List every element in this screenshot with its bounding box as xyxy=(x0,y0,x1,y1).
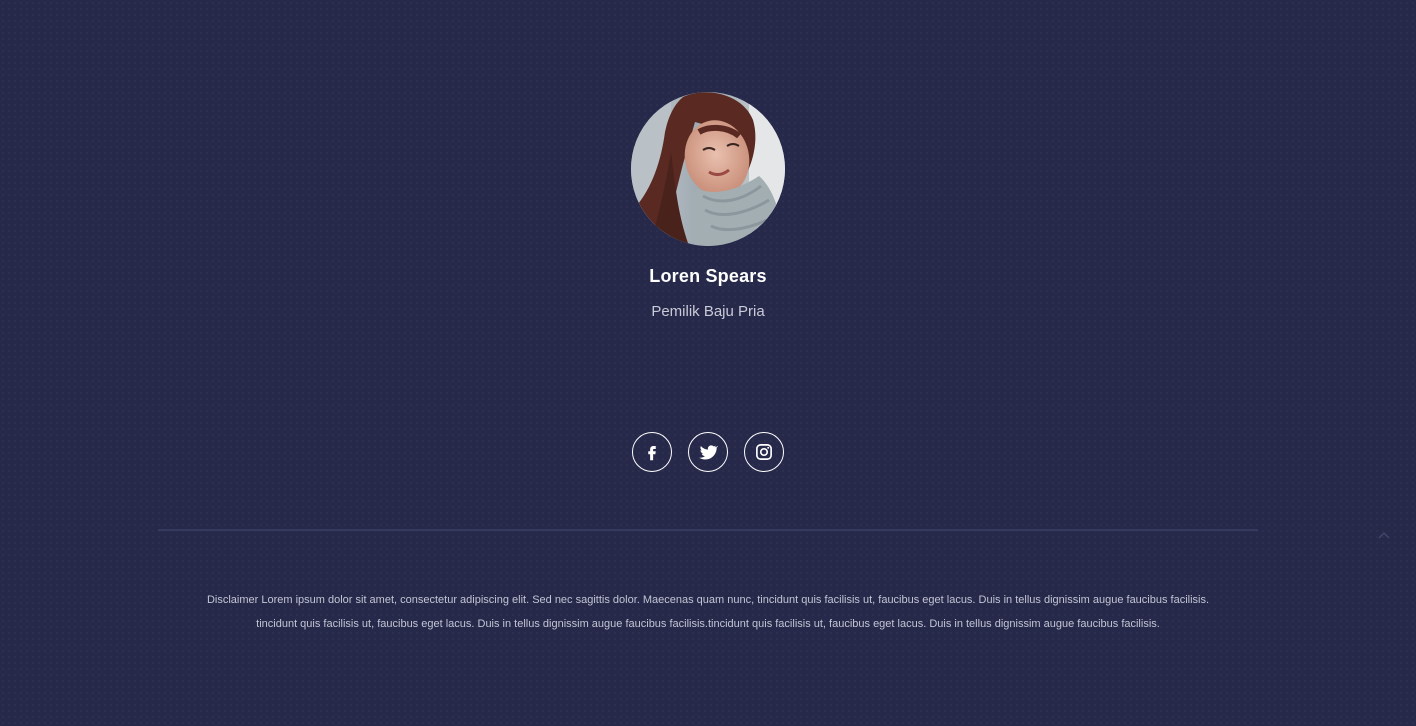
chevron-up-icon xyxy=(1378,531,1390,539)
instagram-link[interactable] xyxy=(744,432,784,472)
disclaimer-line-1: Disclaimer Lorem ipsum dolor sit amet, c… xyxy=(206,594,1210,606)
disclaimer-line-2: tincidunt quis facilisis ut, faucibus eg… xyxy=(256,618,1160,630)
profile-section: Loren Spears Pemilik Baju Pria xyxy=(0,92,1416,320)
footer-divider xyxy=(158,529,1258,531)
twitter-icon xyxy=(699,445,718,460)
twitter-link[interactable] xyxy=(688,432,728,472)
instagram-icon xyxy=(756,444,772,460)
facebook-link[interactable] xyxy=(632,432,672,472)
profile-name: Loren Spears xyxy=(649,266,767,286)
social-links xyxy=(0,432,1416,472)
profile-photo xyxy=(631,92,785,246)
facebook-icon xyxy=(648,446,656,461)
avatar xyxy=(631,92,785,246)
back-to-top-button[interactable] xyxy=(1375,528,1393,542)
profile-role: Pemilik Baju Pria xyxy=(651,303,765,320)
disclaimer: Disclaimer Lorem ipsum dolor sit amet, c… xyxy=(140,588,1276,636)
